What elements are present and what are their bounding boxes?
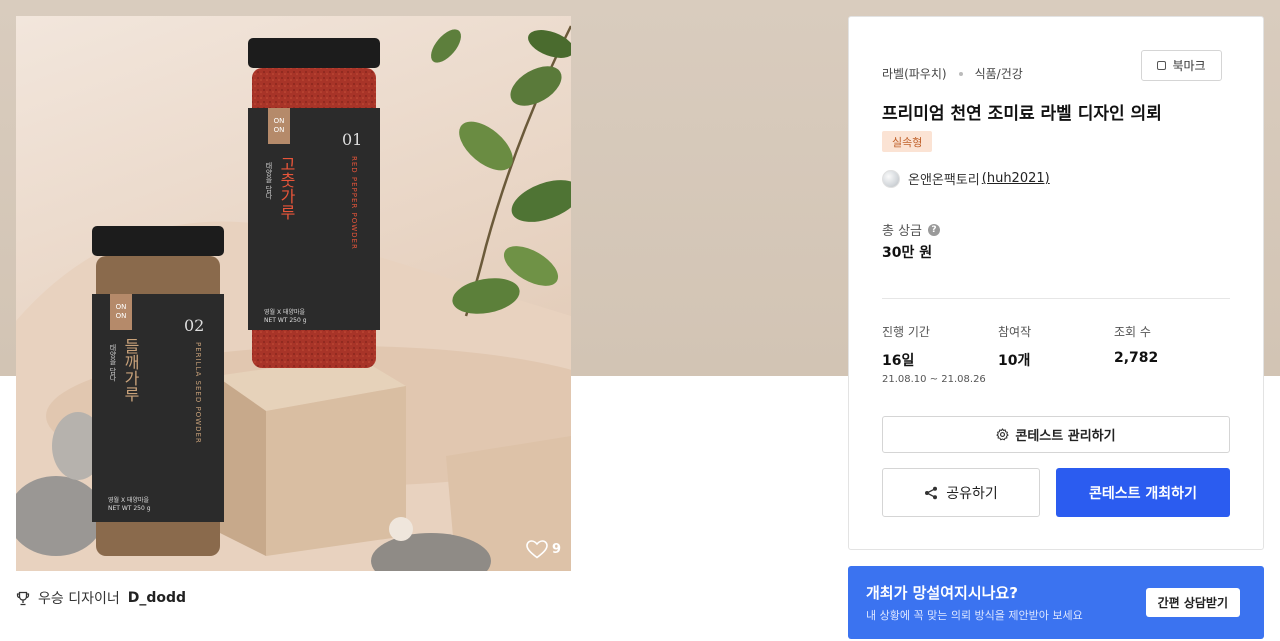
jar-2-info-1: 영월 X 태양마을 <box>108 497 150 504</box>
jar-1-brand: ON ON <box>273 117 285 134</box>
divider <box>882 298 1230 299</box>
host-info[interactable]: 온앤온팩토리 (huh2021) <box>882 169 1050 188</box>
jar-2-number: 02 <box>184 316 205 335</box>
like-count: 9 <box>551 542 561 557</box>
period-label: 진행 기간 <box>882 325 930 339</box>
share-label: 공유하기 <box>946 485 998 502</box>
period-dates: 21.08.10 ~ 21.08.26 <box>882 374 986 385</box>
consult-title: 개최가 망설여지시나요? <box>866 584 1018 602</box>
trophy-icon <box>16 591 30 605</box>
host-name: 온앤온팩토리 <box>908 173 980 188</box>
breadcrumb-subcategory[interactable]: 식품/건강 <box>975 65 1023 82</box>
breadcrumb: 라벨(파우치) 식품/건강 <box>882 65 1023 82</box>
consult-subtitle: 내 상황에 꼭 맞는 의뢰 방식을 제안받아 보세요 <box>866 609 1083 622</box>
jar-2-name: 들깨가루 <box>121 338 140 402</box>
gear-icon <box>996 428 1009 441</box>
stat-period: 진행 기간 16일 21.08.10 ~ 21.08.26 <box>882 323 986 385</box>
prize-label-row: 총 상금 ? <box>882 220 941 239</box>
bookmark-label: 북마크 <box>1172 59 1206 73</box>
jar-1-number: 01 <box>342 130 363 149</box>
winner-info: 우승 디자이너 D_dodd <box>16 588 186 608</box>
product-image[interactable]: ON ON 01 고춧가루 태양을 담다 RED PEPPER POWDER 영… <box>16 16 571 571</box>
breadcrumb-separator <box>958 71 963 76</box>
views-label: 조회 수 <box>1114 325 1151 339</box>
jar-2-info-2: NET WT 250 g <box>108 505 151 512</box>
stat-views: 조회 수 2,782 <box>1114 323 1158 366</box>
contest-title: 프리미엄 천연 조미료 라벨 디자인 의뢰 <box>882 104 1162 124</box>
bookmark-icon <box>1157 61 1167 70</box>
bookmark-button[interactable]: 북마크 <box>1141 50 1222 81</box>
views-value: 2,782 <box>1114 350 1159 366</box>
jar-1-tag: 태양을 담다 <box>265 162 273 200</box>
jar-1-name-en: RED PEPPER POWDER <box>350 156 358 250</box>
winner-label: 우승 디자이너 <box>38 591 120 607</box>
share-button[interactable]: 공유하기 <box>882 468 1040 517</box>
host-avatar <box>882 169 900 188</box>
stat-participants: 참여작 10개 <box>998 323 1031 370</box>
heart-icon <box>526 540 548 559</box>
winner-name[interactable]: D_dodd <box>128 590 186 606</box>
contest-info-card: 라벨(파우치) 식품/건강 북마크 프리미엄 천연 조미료 라벨 디자인 의뢰 … <box>848 16 1264 550</box>
participants-value: 10개 <box>998 353 1031 369</box>
share-icon <box>925 486 938 499</box>
jar-1-name: 고춧가루 <box>277 156 296 220</box>
period-value: 16일 <box>882 353 915 369</box>
prize-label: 총 상금 <box>882 224 923 239</box>
consult-button[interactable]: 간편 상담받기 <box>1145 588 1240 617</box>
breadcrumb-category[interactable]: 라벨(파우치) <box>882 65 947 82</box>
consult-banner: 개최가 망설여지시나요? 내 상황에 꼭 맞는 의뢰 방식을 제안받아 보세요 … <box>848 566 1264 639</box>
like-button[interactable]: 9 <box>526 540 561 559</box>
host-handle[interactable]: (huh2021) <box>982 171 1050 186</box>
host-contest-button[interactable]: 콘테스트 개최하기 <box>1056 468 1230 517</box>
jar-1-info-2: NET WT 250 g <box>264 317 307 324</box>
manage-contest-button[interactable]: 콘테스트 관리하기 <box>882 416 1230 453</box>
jar-2-name-en: PERILLA SEED POWDER <box>194 342 202 444</box>
manage-contest-label: 콘테스트 관리하기 <box>1015 429 1116 444</box>
help-icon[interactable]: ? <box>928 223 941 236</box>
jar-2-tag: 태양을 담다 <box>109 344 117 382</box>
contest-type-badge: 실속형 <box>882 131 933 152</box>
prize-value: 30만 원 <box>882 245 933 261</box>
jar-2-brand: ON ON <box>115 303 127 320</box>
participants-label: 참여작 <box>998 325 1032 339</box>
product-illustration <box>16 25 571 571</box>
jar-1-info-1: 영월 X 태양마을 <box>264 309 306 316</box>
